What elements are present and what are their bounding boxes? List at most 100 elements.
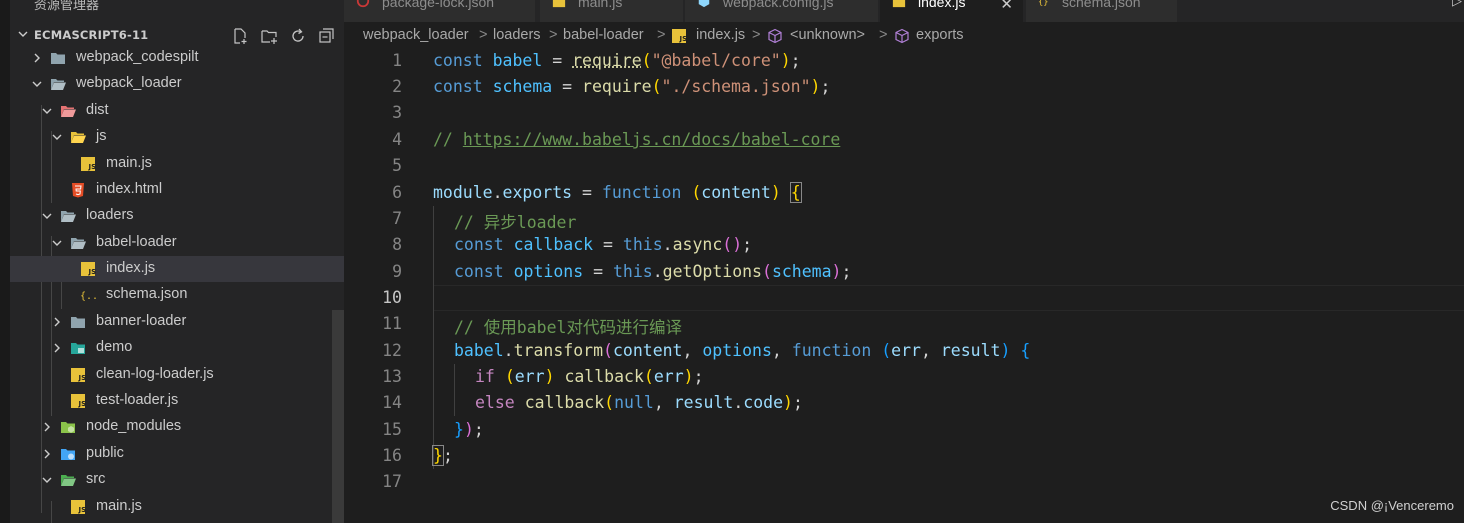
new-file-icon[interactable]: [231, 27, 249, 45]
run-icon[interactable]: ▷: [1452, 0, 1462, 9]
code-token: if: [475, 367, 495, 386]
breadcrumb-item[interactable]: webpack_loader: [363, 27, 469, 43]
line-number: 7: [392, 209, 402, 228]
breadcrumb-separator: >: [879, 27, 888, 43]
tree-item-label: dist: [86, 102, 109, 118]
code-token: err: [891, 341, 921, 360]
tree-item-label: babel-loader: [96, 234, 177, 250]
code-token: ;: [693, 367, 704, 386]
collapse-all-icon[interactable]: [318, 27, 336, 45]
tab-webpack-config-js[interactable]: webpack.config.js: [685, 0, 879, 22]
code-token: }: [432, 445, 444, 466]
code-token: transform: [513, 341, 604, 360]
tree-item-label: index.js: [106, 260, 156, 276]
code-token: // 使用babel对代码进行编译: [454, 318, 682, 337]
svg-text:JS: JS: [78, 506, 87, 514]
code-token: callback: [513, 235, 594, 254]
line-number: 1: [392, 51, 402, 70]
tree-item-loaders[interactable]: loaders: [10, 203, 344, 229]
chevron-right-icon: [44, 422, 50, 432]
tree-item-webpack-codespilt[interactable]: webpack_codespilt: [10, 45, 344, 71]
sidebar-scrollbar[interactable]: [332, 310, 344, 523]
tree-item-babel-loader[interactable]: babel-loader: [10, 230, 344, 256]
tree-item-js[interactable]: js: [10, 124, 344, 150]
code-line-16: };: [432, 445, 453, 466]
tree-item-dist[interactable]: dist: [10, 98, 344, 124]
chevron-right-icon: [34, 53, 40, 63]
tree-item-main-js[interactable]: JS main.js: [10, 151, 344, 177]
comment-link[interactable]: https://www.babeljs.cn/docs/babel-core: [463, 130, 841, 149]
project-name: ECMASCRIPT6-11: [34, 28, 149, 42]
line-number-current: 10: [382, 288, 402, 307]
code-token: schema: [771, 262, 832, 281]
svg-text:JS: JS: [679, 35, 688, 43]
code-token: ): [544, 367, 555, 386]
svg-text:{..}: {..}: [80, 291, 96, 302]
code-line-6: module.exports = function (content) {: [433, 182, 802, 203]
tree-item-label: webpack_codespilt: [76, 49, 199, 65]
explorer-header: 资源管理器 ···: [10, 0, 344, 14]
code-token: schema: [492, 77, 553, 96]
tree-item-label: src: [86, 471, 106, 487]
close-icon[interactable]: ✕: [1000, 0, 1013, 13]
code-token: (: [643, 367, 654, 386]
line-number: 16: [382, 446, 402, 465]
tab-main-js[interactable]: main.js: [540, 0, 684, 22]
folder-src-icon: [61, 475, 76, 486]
breadcrumb-item[interactable]: <unknown>: [790, 27, 865, 43]
code-token: code: [743, 393, 784, 412]
code-token: ,: [771, 341, 792, 360]
tab-package-lock-json[interactable]: package-lock.json: [344, 0, 536, 22]
code-token: callback: [524, 393, 605, 412]
explorer-sidebar: 资源管理器 ··· ECMASCRIPT6-11 webpack_codespi…: [10, 0, 344, 523]
folder-icon: [71, 317, 85, 328]
tab-schema-json[interactable]: {} schema.json: [1026, 0, 1178, 22]
tree-item-src-main-js[interactable]: JS main.js: [10, 494, 344, 520]
chevron-down-icon: [52, 240, 62, 246]
tree-item-test-loader[interactable]: JS test-loader.js: [10, 388, 344, 414]
tab-index-js[interactable]: index.js ✕: [880, 0, 1024, 22]
folder-open-icon: [51, 79, 66, 90]
chevron-down-icon: [52, 134, 62, 140]
code-token: .: [733, 393, 744, 412]
code-line-2: const schema = require("./schema.json");: [433, 77, 830, 96]
code-token: ;: [841, 262, 852, 281]
tree-item-node-modules[interactable]: node_modules: [10, 414, 344, 440]
tree-item-demo[interactable]: demo: [10, 335, 344, 361]
breadcrumb-item[interactable]: exports: [916, 27, 964, 43]
breadcrumb-item[interactable]: loaders: [493, 27, 541, 43]
line-number: 13: [382, 367, 402, 386]
code-token: {: [789, 182, 802, 203]
more-actions-icon[interactable]: ···: [310, 0, 326, 8]
tree-item-clean-log-loader[interactable]: JS clean-log-loader.js: [10, 362, 344, 388]
tree-item-label: public: [86, 445, 124, 461]
refresh-icon[interactable]: [289, 27, 307, 45]
svg-text:JS: JS: [78, 374, 87, 382]
code-editor[interactable]: 1 2 3 4 5 6 7 8 9 10 11 12 13 14 15 16 1…: [344, 48, 1464, 523]
tree-item-webpack-loader[interactable]: webpack_loader: [10, 71, 344, 97]
js-file-icon: JS: [71, 500, 87, 514]
svg-text:JS: JS: [88, 163, 97, 171]
tree-item-public[interactable]: public: [10, 441, 344, 467]
code-token: function: [791, 341, 872, 360]
line-number: 9: [392, 262, 402, 281]
project-section-header[interactable]: ECMASCRIPT6-11: [10, 24, 344, 46]
breadcrumb-item[interactable]: babel-loader: [563, 27, 644, 43]
code-token: content: [701, 183, 771, 202]
tree-item-index-js[interactable]: JS index.js: [10, 256, 344, 282]
json-file-icon: {}: [1038, 0, 1049, 8]
new-folder-icon[interactable]: [260, 27, 278, 45]
tree-item-label: schema.json: [106, 286, 188, 302]
js-file-icon: JS: [81, 157, 97, 171]
chevron-down-icon[interactable]: [16, 27, 30, 41]
breadcrumb-item[interactable]: index.js: [696, 27, 745, 43]
tree-item-banner-loader[interactable]: banner-loader: [10, 309, 344, 335]
tree-item-schema-json[interactable]: {..} schema.json: [10, 282, 344, 308]
tree-item-index-html[interactable]: index.html: [10, 177, 344, 203]
chevron-right-icon: [54, 317, 60, 327]
line-number: 3: [392, 103, 402, 122]
tree-item-src[interactable]: src: [10, 467, 344, 493]
